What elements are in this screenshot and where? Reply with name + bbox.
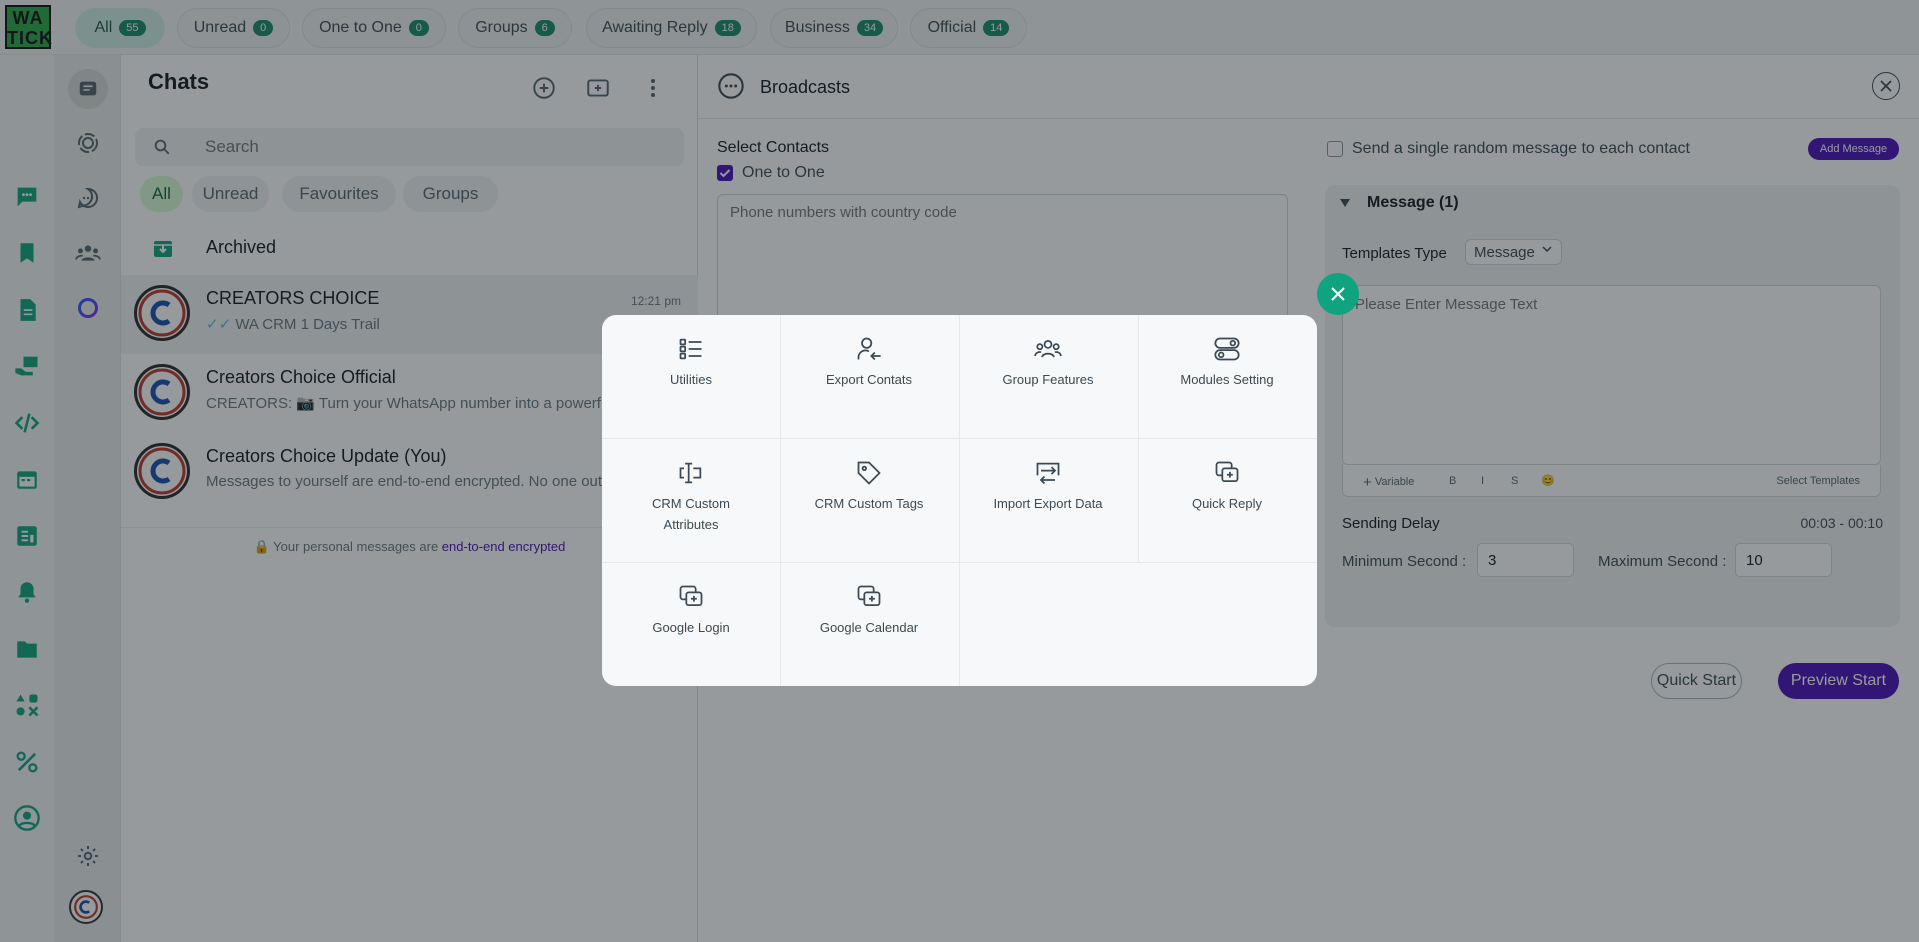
menu-item-label: CRM Custom Tags: [814, 496, 924, 511]
import-export-icon: [1034, 459, 1062, 487]
group-icon: [1034, 335, 1062, 363]
menu-item-crm-custom-tags[interactable]: CRM Custom Tags: [780, 439, 958, 562]
menu-item-label: CRM Custom Attributes: [651, 496, 730, 532]
toggle-icon: [1213, 335, 1241, 363]
features-menu-modal: Utilities Export Contats Group Features …: [602, 315, 1317, 686]
menu-item-import-export-data[interactable]: Import Export Data: [959, 439, 1137, 562]
menu-item-group-features[interactable]: Group Features: [959, 315, 1137, 438]
menu-item-google-login[interactable]: Google Login: [602, 563, 780, 686]
menu-item-label: Import Export Data: [993, 496, 1103, 511]
list-icon: [677, 335, 705, 363]
close-menu-button[interactable]: [1317, 273, 1359, 315]
menu-item-label: Export Contats: [826, 372, 912, 387]
close-icon: [1330, 286, 1346, 302]
quick-reply-icon: [1213, 459, 1241, 487]
google-calendar-icon: [855, 583, 883, 611]
text-cursor-icon: [677, 459, 705, 487]
menu-item-label: Google Calendar: [819, 620, 919, 635]
menu-item-label: Group Features: [1002, 372, 1094, 387]
menu-item-crm-custom-attributes[interactable]: CRM Custom Attributes: [602, 439, 780, 562]
menu-item-export-contacts[interactable]: Export Contats: [780, 315, 958, 438]
menu-item-label: Utilities: [670, 372, 712, 387]
menu-item-google-calendar[interactable]: Google Calendar: [780, 563, 958, 686]
tag-icon: [855, 459, 883, 487]
menu-item-label: Google Login: [652, 620, 730, 635]
menu-item-utilities[interactable]: Utilities: [602, 315, 780, 438]
menu-item-modules-setting[interactable]: Modules Setting: [1138, 315, 1316, 438]
google-login-icon: [677, 583, 705, 611]
user-export-icon: [855, 335, 883, 363]
menu-item-label: Modules Setting: [1180, 372, 1274, 387]
menu-item-label: Quick Reply: [1191, 496, 1263, 511]
menu-item-quick-reply[interactable]: Quick Reply: [1138, 439, 1316, 562]
